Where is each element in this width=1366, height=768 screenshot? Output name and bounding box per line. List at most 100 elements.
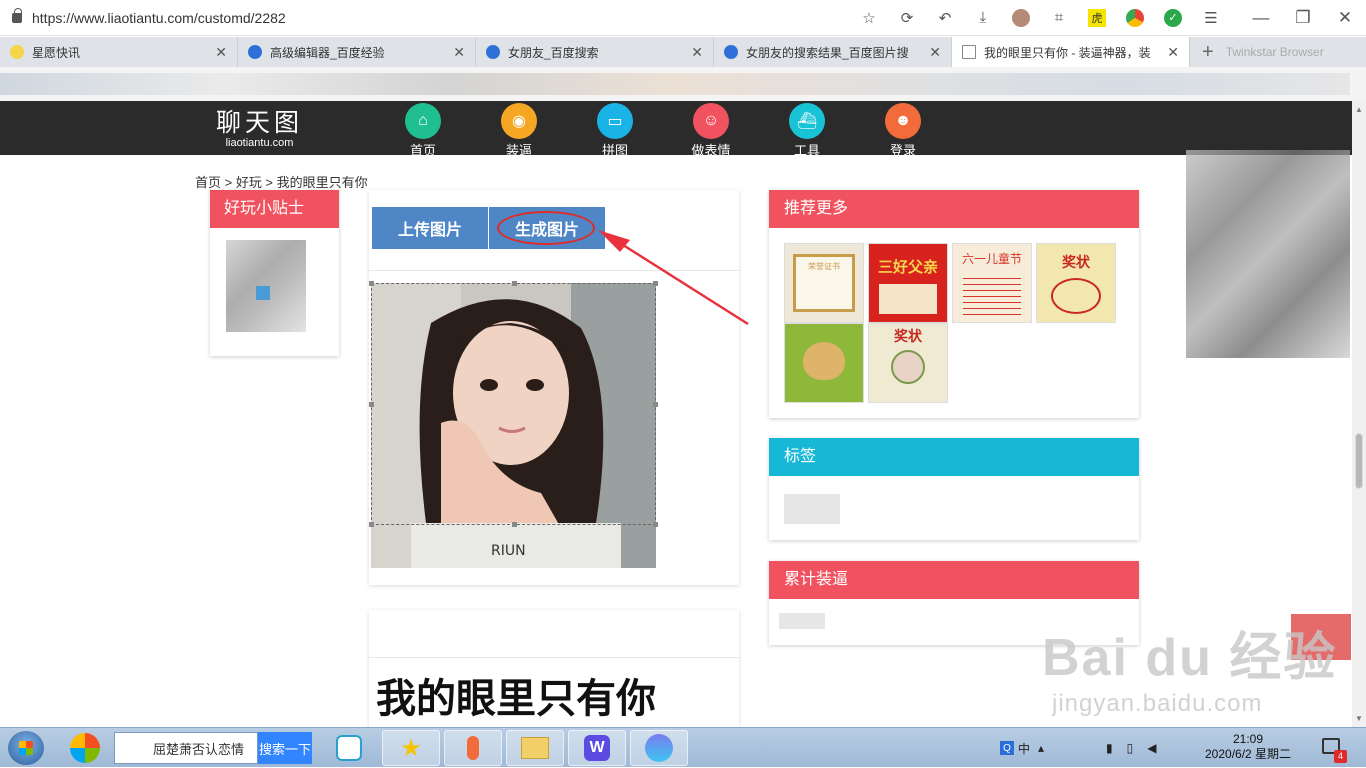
nav-pintu[interactable]: ▭ 拼图 bbox=[585, 103, 645, 159]
volume-icon[interactable]: ◀ bbox=[1147, 741, 1156, 755]
baidu-paw-icon bbox=[724, 45, 738, 59]
thumb-award-portrait[interactable]: 奖状 bbox=[868, 323, 948, 403]
new-tab-button[interactable]: + Twinkstar Browser bbox=[1190, 37, 1324, 67]
notification-badge: 4 bbox=[1334, 750, 1347, 763]
tips-title: 好玩小贴士 bbox=[210, 190, 339, 228]
nav-zhuangbi[interactable]: ◉ 装逼 bbox=[489, 103, 549, 159]
tab-current[interactable]: 我的眼里只有你 - 装逼神器，装 ✕ bbox=[952, 37, 1190, 67]
logo-subtext: liaotiantu.com bbox=[225, 137, 294, 149]
svg-text:RIUN: RIUN bbox=[491, 543, 526, 559]
nav-label: 拼图 bbox=[601, 143, 628, 158]
url-field[interactable]: https://www.liaotiantu.com/customd/2282 bbox=[32, 10, 850, 26]
app-star-icon[interactable]: ★ bbox=[382, 730, 440, 766]
tab-label: 星愿快讯 bbox=[32, 45, 81, 60]
chrome-icon[interactable] bbox=[1124, 7, 1146, 29]
thumb-heart[interactable] bbox=[784, 323, 864, 403]
ime-label[interactable]: 中 bbox=[1018, 740, 1030, 757]
app-folder-icon[interactable] bbox=[506, 730, 564, 766]
close-icon[interactable]: ✕ bbox=[1167, 44, 1179, 61]
app-w-icon[interactable]: W bbox=[568, 730, 626, 766]
avatar-icon[interactable] bbox=[1010, 7, 1032, 29]
refresh-icon[interactable]: ⟳ bbox=[896, 7, 918, 29]
app-v-icon[interactable] bbox=[320, 730, 378, 766]
network-icon[interactable]: ▮ bbox=[1106, 741, 1113, 755]
battery-icon[interactable]: ▯ bbox=[1127, 741, 1134, 755]
start-button[interactable] bbox=[8, 731, 44, 765]
star-icon[interactable]: ☆ bbox=[858, 7, 880, 29]
tab-xingyuan[interactable]: 星愿快讯 ✕ bbox=[0, 37, 238, 67]
app-cloud-icon[interactable] bbox=[630, 730, 688, 766]
scroll-down-icon[interactable]: ▼ bbox=[1355, 714, 1363, 723]
tags-blurred bbox=[784, 494, 840, 524]
nav-login[interactable]: ☻ 登录 bbox=[873, 103, 933, 159]
close-icon[interactable]: ✕ bbox=[1330, 7, 1360, 29]
tab-baidu-jingyan[interactable]: 高级编辑器_百度经验 ✕ bbox=[238, 37, 476, 67]
thumb-childrens-day[interactable]: 六一儿童节 bbox=[952, 243, 1032, 323]
plus-icon: + bbox=[1202, 40, 1214, 63]
crop-handle[interactable] bbox=[653, 522, 658, 527]
nav-tools[interactable]: ⛴ 工具 bbox=[777, 103, 837, 159]
divider bbox=[369, 657, 739, 658]
q-icon[interactable]: Q bbox=[1000, 741, 1014, 755]
crop-handle[interactable] bbox=[369, 281, 374, 286]
tiger-icon[interactable]: 虎 bbox=[1086, 7, 1108, 29]
nav-home[interactable]: ⌂ 首页 bbox=[393, 103, 453, 159]
close-icon[interactable]: ✕ bbox=[929, 44, 941, 61]
nav-label: 登录 bbox=[889, 143, 916, 158]
new-tab-label: Twinkstar Browser bbox=[1225, 45, 1324, 59]
nav-biaoqing[interactable]: ☺ 做表情 bbox=[681, 103, 741, 159]
menu-icon[interactable]: ☰ bbox=[1200, 7, 1222, 29]
undo-icon[interactable]: ↶ bbox=[934, 7, 956, 29]
title-card: 我的眼里只有你 bbox=[369, 610, 739, 727]
thumb-text: 六一儿童节 bbox=[961, 252, 1022, 266]
home-icon: ⌂ bbox=[405, 103, 441, 139]
crop-icon[interactable]: ⌗ bbox=[1048, 7, 1070, 29]
total-title: 累计装逼 bbox=[769, 561, 1139, 599]
thumb-father[interactable]: 三好父亲 bbox=[868, 243, 948, 323]
generate-image-button[interactable]: 生成图片 bbox=[489, 207, 605, 249]
scroll-up-icon[interactable]: ▲ bbox=[1355, 105, 1363, 114]
editor-buttons: 上传图片 生成图片 bbox=[372, 207, 606, 249]
tips-box: 好玩小贴士 bbox=[210, 190, 339, 356]
browser-toolbar: ☆ ⟳ ↶ ⤓ ⌗ 虎 ✓ ☰ bbox=[850, 7, 1230, 29]
close-icon[interactable]: ✕ bbox=[691, 44, 703, 61]
address-bar: https://www.liaotiantu.com/customd/2282 … bbox=[0, 0, 1366, 36]
camera-icon: ◉ bbox=[501, 103, 537, 139]
scrollbar-thumb[interactable] bbox=[1355, 433, 1363, 489]
side-ad-blurred bbox=[1186, 150, 1350, 358]
crop-handle[interactable] bbox=[512, 522, 517, 527]
tab-baidu-search[interactable]: 女朋友_百度搜索 ✕ bbox=[476, 37, 714, 67]
thumb-text: 荣誉证书 bbox=[793, 254, 855, 312]
download-icon[interactable]: ⤓ bbox=[972, 7, 994, 29]
crop-handle[interactable] bbox=[653, 402, 658, 407]
clock-date: 2020/6/2 星期二 bbox=[1205, 747, 1292, 761]
check-icon[interactable]: ✓ bbox=[1162, 7, 1184, 29]
breadcrumb[interactable]: 首页 > 好玩 > 我的眼里只有你 bbox=[195, 172, 368, 191]
site-logo[interactable]: 聊天图 liaotiantu.com bbox=[216, 109, 303, 150]
clock[interactable]: 21:09 2020/6/2 星期二 bbox=[1205, 732, 1291, 762]
crop-handle[interactable] bbox=[512, 281, 517, 286]
face-icon: ☺ bbox=[693, 103, 729, 139]
close-icon[interactable]: ✕ bbox=[453, 44, 465, 61]
thumb-award-mom[interactable]: 奖状 bbox=[1036, 243, 1116, 323]
close-icon[interactable]: ✕ bbox=[215, 44, 227, 61]
minimize-icon[interactable]: — bbox=[1246, 7, 1276, 29]
restore-icon[interactable]: ❐ bbox=[1288, 7, 1318, 29]
tab-label: 我的眼里只有你 - 装逼神器，装 bbox=[984, 45, 1151, 60]
app-mic-icon[interactable] bbox=[444, 730, 502, 766]
app-launcher-icon[interactable] bbox=[56, 730, 114, 766]
search-button[interactable]: 搜索一下 bbox=[258, 732, 312, 764]
thumb-text: 三好父亲 bbox=[877, 259, 938, 276]
page-icon bbox=[962, 45, 976, 59]
upload-image-button[interactable]: 上传图片 bbox=[372, 207, 488, 249]
page-scrollbar[interactable]: ▲ ▼ bbox=[1352, 101, 1366, 727]
thumb-certificate[interactable]: 荣誉证书 bbox=[784, 243, 864, 323]
tab-baidu-image[interactable]: 女朋友的搜索结果_百度图片搜 ✕ bbox=[714, 37, 952, 67]
tray-arrow-icon[interactable]: ▴ bbox=[1038, 741, 1044, 755]
annotation-arrow bbox=[598, 230, 749, 326]
tags-title: 标签 bbox=[769, 438, 1139, 476]
crop-handle[interactable] bbox=[369, 522, 374, 527]
clock-time: 21:09 bbox=[1233, 732, 1264, 746]
crop-handle[interactable] bbox=[369, 402, 374, 407]
taskbar-search-input[interactable]: 屈楚萧否认恋情 bbox=[114, 732, 258, 764]
